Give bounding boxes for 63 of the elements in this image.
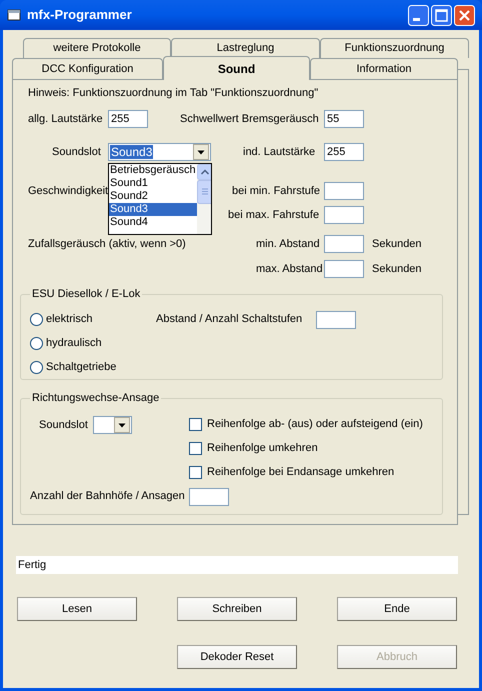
status-text: Fertig (18, 558, 46, 573)
tab[interactable]: weitere Protokolle (23, 38, 171, 58)
field-label: Soundslot (39, 418, 89, 432)
window-icon (7, 9, 21, 21)
list-item[interactable]: Sound4 (109, 216, 197, 229)
input-field[interactable]: 255 (324, 143, 364, 161)
list-item[interactable]: Sound2 (109, 190, 197, 203)
close-button[interactable] (454, 4, 475, 26)
field-label: elektrisch (46, 312, 92, 328)
checkbox[interactable] (189, 418, 202, 431)
field-label: Anzahl der Bahnhöfe / Ansagen (30, 489, 186, 504)
list-item[interactable]: Sound3 (109, 203, 197, 216)
input-field[interactable] (324, 235, 364, 253)
button[interactable]: Schreiben (177, 597, 297, 621)
button: Abbruch (337, 645, 457, 669)
tab[interactable]: Sound (163, 56, 310, 80)
radio-button[interactable] (30, 337, 43, 350)
input-field[interactable]: 55 (324, 110, 364, 128)
field-label: Schaltgetriebe (46, 360, 116, 376)
tab[interactable]: Lastreglung (171, 38, 320, 58)
list-item[interactable]: Betriebsgeräusch (109, 164, 197, 177)
hint-text: Hinweis: Funktionszuordnung im Tab "Funktionszuordnung" (28, 86, 318, 101)
list-item[interactable]: Sound1 (109, 177, 197, 190)
button[interactable]: Lesen (17, 597, 137, 621)
field-label: min. Abstand (256, 236, 321, 252)
minimize-button[interactable] (408, 4, 429, 26)
field-label: allg. Lautstärke (28, 112, 104, 127)
field-label: Reihenfolge ab- (aus) oder aufsteigend (ein) (207, 417, 423, 432)
input-field[interactable]: 255 (108, 110, 148, 128)
field-label: Sekunden (372, 262, 422, 277)
group-title: ESU Diesellok / E-Lok (32, 288, 140, 300)
field-label: bei max. Fahrstufe (228, 208, 320, 223)
field-label: bei min. Fahrstufe (232, 184, 322, 199)
field-label: ind. Lautstärke (243, 144, 316, 160)
tab[interactable]: Information (310, 58, 458, 79)
input-field[interactable] (324, 260, 364, 278)
field-label: Geschwindigkeit (28, 184, 108, 199)
tab[interactable]: Funktionszuordnung (320, 38, 469, 58)
field-label: Abstand / Anzahl Schaltstufen (156, 312, 304, 328)
input-field[interactable] (324, 206, 364, 224)
input-field[interactable] (316, 310, 356, 328)
radio-button[interactable] (30, 361, 43, 374)
field-label: max. Abstand (256, 262, 324, 277)
field-label: Soundslot (51, 144, 102, 160)
group-title: Richtungswechse-Ansage (32, 392, 160, 404)
checkbox[interactable] (189, 442, 202, 455)
scrollbar[interactable] (196, 164, 211, 234)
field-label: Reihenfolge bei Endansage umkehren (207, 465, 394, 480)
input-field[interactable] (324, 182, 364, 200)
field-label: Reihenfolge umkehren (207, 441, 318, 456)
button[interactable]: Dekoder Reset (177, 645, 297, 669)
button[interactable]: Ende (337, 597, 457, 621)
field-label: Sekunden (372, 236, 422, 252)
field-label: Schwellwert Bremsgeräusch (180, 112, 320, 127)
input-field[interactable] (189, 488, 229, 506)
window-title: mfx-Programmer (27, 6, 132, 24)
radio-button[interactable] (30, 313, 43, 326)
dropdown[interactable] (93, 416, 132, 434)
tab[interactable]: DCC Konfiguration (12, 58, 163, 79)
checkbox[interactable] (189, 466, 202, 479)
field-label: Zufallsgeräusch (aktiv, wenn >0) (28, 236, 187, 252)
maximize-button[interactable] (431, 4, 452, 26)
field-label: hydraulisch (46, 336, 102, 352)
